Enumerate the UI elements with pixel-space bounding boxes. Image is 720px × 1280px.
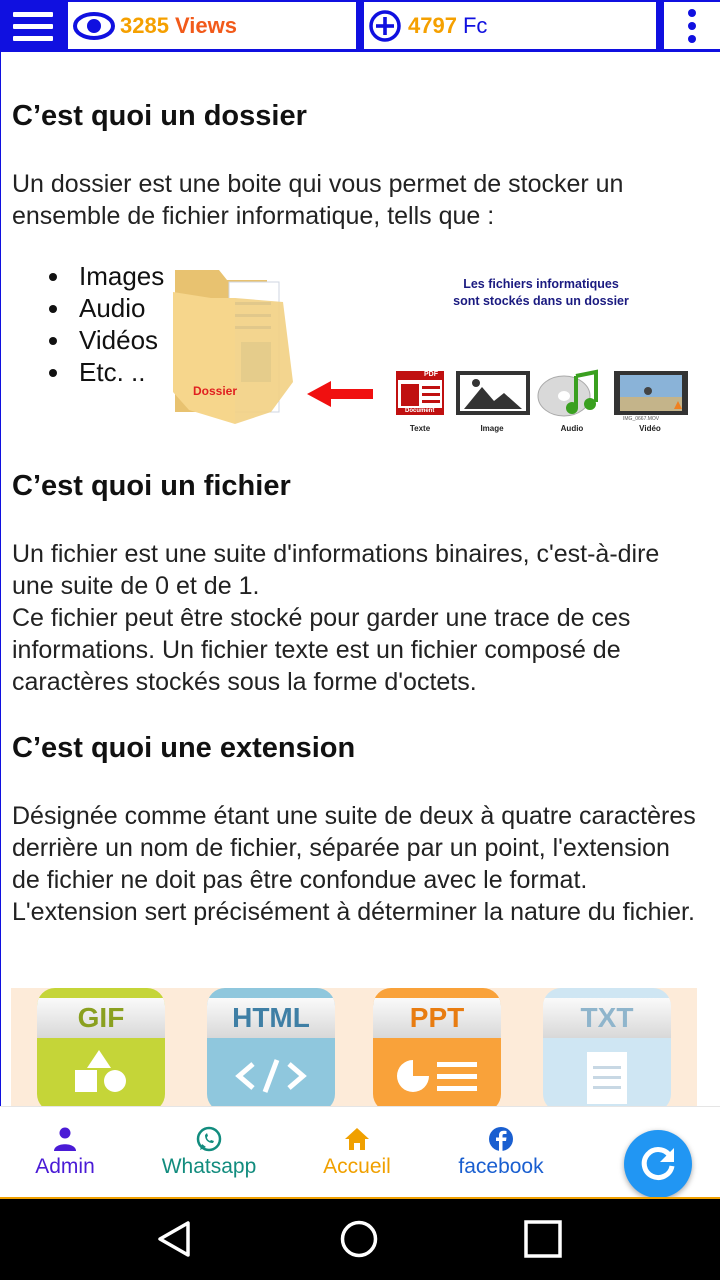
nav-admin[interactable]: Admin [0,1125,130,1179]
section-title-dossier: C’est quoi un dossier [12,100,307,132]
fc-count: 4797 [408,12,457,38]
code-icon [235,1059,307,1093]
nav-admin-label: Admin [35,1155,95,1178]
presentation-icon [397,1060,477,1092]
eye-icon [73,11,115,40]
file-type-label: Texte [409,424,431,433]
extension-label: PPT [373,998,501,1038]
views-label: Views [174,12,237,38]
recents-icon[interactable] [523,1219,563,1259]
caption-line: Les fichiers informatiques [463,277,619,291]
more-vert-icon-dot [688,21,696,30]
file-type-label: Image [480,424,504,433]
refresh-button[interactable] [624,1130,692,1198]
back-icon[interactable] [156,1219,196,1259]
app-screen: 3285 Views 4797 Fc C’est quoi un dossier… [0,0,720,1280]
section-text-extension: Désignée comme étant une suite de deux à… [12,802,696,926]
facebook-icon [489,1127,513,1151]
add-circle-icon [369,9,401,42]
nav-accueil[interactable]: Accueil [292,1125,422,1179]
nav-accueil-label: Accueil [323,1155,391,1178]
pdf-bottom-label: Document [405,408,435,414]
refresh-icon [641,1147,675,1181]
menu-button[interactable] [0,0,66,52]
file-types-list: Images Audio Vidéos Etc. .. [49,260,164,388]
gif-extension-icon: GIF [37,988,165,1106]
caption-line: sont stockés dans un dossier [453,294,629,308]
list-item: Images [49,260,164,292]
bottom-navigation: Admin Whatsapp Accueil facebook [0,1106,720,1198]
folder-illustration: Dossier Les fichiers informatiques sont … [171,262,701,433]
fc-counter[interactable]: 4797 Fc [364,2,656,49]
extensions-image: GIF HTML PPT TXT [11,988,697,1106]
more-vert-icon [688,8,696,17]
list-item: Etc. .. [49,356,164,388]
extension-label: TXT [543,998,671,1038]
ppt-extension-icon: PPT [373,988,501,1106]
more-vert-icon-dot [688,34,696,43]
views-counter[interactable]: 3285 Views [68,2,356,49]
file-type-label: Audio [560,424,584,433]
views-count: 3285 [120,12,169,38]
video-icon [614,371,688,415]
more-options-button[interactable] [664,2,720,49]
section-text-dossier: Un dossier est une boite qui vous permet… [12,170,624,230]
paragraph: Un fichier est une suite d'informations … [12,540,660,600]
folder-label: Dossier [193,384,238,398]
txt-extension-icon: TXT [543,988,671,1106]
section-title-fichier: C’est quoi un fichier [12,470,291,502]
hamburger-icon [13,11,53,17]
shapes-icon [75,1050,126,1092]
person-icon [54,1127,76,1151]
extension-label: HTML [207,998,335,1038]
system-navigation-bar [0,1199,720,1280]
arrow-left-icon [307,381,373,407]
list-item: Audio [49,292,164,324]
folder-icon [173,270,293,424]
video-filename: IMG_0667.MOV [623,416,660,422]
nav-facebook[interactable]: facebook [436,1125,566,1179]
pdf-top-label: PDF [424,371,438,378]
html-extension-icon: HTML [207,988,335,1106]
home-icon [345,1128,369,1150]
paragraph: Ce fichier peut être stocké pour garder … [12,604,631,696]
file-type-label: Vidéo [639,424,661,433]
whatsapp-icon [196,1126,222,1152]
audio-cd-icon [537,369,598,417]
hamburger-icon-line [13,23,53,29]
list-item: Vidéos [49,324,164,356]
nav-whatsapp[interactable]: Whatsapp [144,1125,274,1179]
home-circle-icon[interactable] [339,1219,379,1259]
extension-label: GIF [37,998,165,1038]
section-text-fichier: Un fichier est une suite d'informations … [12,538,702,698]
article-content[interactable]: C’est quoi un dossier Un dossier est une… [0,52,720,1106]
nav-whatsapp-label: Whatsapp [161,1155,257,1178]
illustration-caption: Les fichiers informatiques sont stockés … [401,276,681,310]
nav-facebook-label: facebook [458,1155,544,1178]
hamburger-icon-line [13,35,53,41]
notepad-icon [587,1052,627,1104]
fc-label: Fc [462,12,488,38]
section-title-extension: C’est quoi une extension [12,732,356,764]
top-bar: 3285 Views 4797 Fc [0,0,720,52]
image-icon [456,371,530,415]
